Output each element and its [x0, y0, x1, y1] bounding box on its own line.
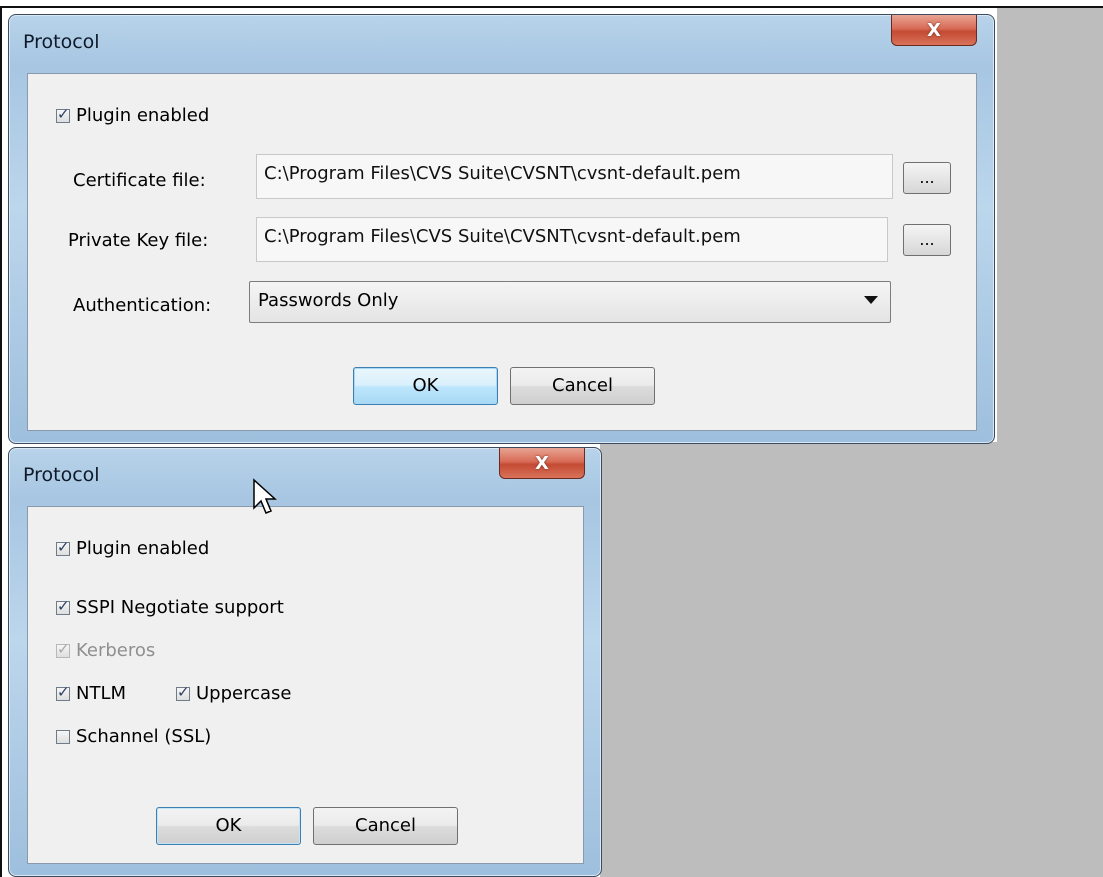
private-key-browse-button[interactable]: ...	[903, 224, 951, 256]
chevron-down-icon	[864, 296, 878, 304]
dialog-client-area: Plugin enabled SSPI Negotiate support Ke…	[27, 506, 584, 864]
authentication-selected: Passwords Only	[258, 290, 399, 311]
uppercase-checkbox[interactable]: Uppercase	[176, 683, 291, 704]
close-button[interactable]: X	[499, 448, 585, 479]
checkbox-box	[56, 683, 70, 701]
checkbox-box	[56, 729, 70, 744]
plugin-enabled-checkbox[interactable]: Plugin enabled	[56, 105, 209, 126]
window-title: Protocol	[23, 464, 100, 486]
protocol-dialog-sspi: Protocol X Plugin enabled SSPI Negotiate…	[8, 447, 602, 877]
checkbox-label: Uppercase	[196, 683, 292, 704]
checkbox-label: Schannel (SSL)	[76, 726, 212, 747]
checkbox-label: SSPI Negotiate support	[76, 597, 284, 618]
checkbox-label: Plugin enabled	[76, 538, 210, 559]
private-key-file-label: Private Key file:	[68, 230, 209, 251]
close-icon: X	[927, 19, 941, 41]
screen-border-top	[0, 6, 1103, 8]
authentication-dropdown[interactable]: Passwords Only	[249, 281, 891, 323]
private-key-file-input[interactable]: C:\Program Files\CVS Suite\CVSNT\cvsnt-d…	[256, 217, 888, 262]
authentication-label: Authentication:	[73, 295, 212, 316]
certificate-file-label: Certificate file:	[73, 170, 206, 191]
cancel-button[interactable]: Cancel	[510, 367, 655, 405]
kerberos-checkbox: Kerberos	[56, 640, 155, 661]
certificate-file-input[interactable]: C:\Program Files\CVS Suite\CVSNT\cvsnt-d…	[256, 154, 893, 199]
desktop-background-lower	[600, 442, 1103, 877]
checkbox-label: Kerberos	[76, 640, 156, 661]
close-icon: X	[535, 452, 549, 474]
ntlm-checkbox[interactable]: NTLM	[56, 683, 126, 704]
checkbox-box	[56, 105, 70, 123]
checkbox-box	[56, 640, 70, 658]
checkbox-box	[56, 597, 70, 615]
checkbox-box	[56, 538, 70, 556]
close-button[interactable]: X	[891, 15, 977, 46]
plugin-enabled-checkbox[interactable]: Plugin enabled	[56, 538, 209, 559]
screen-border-left	[0, 6, 2, 877]
ok-button[interactable]: OK	[353, 367, 498, 405]
mouse-cursor-icon	[253, 478, 277, 514]
checkbox-label: NTLM	[76, 683, 127, 704]
ok-button[interactable]: OK	[156, 807, 301, 845]
certificate-browse-button[interactable]: ...	[903, 162, 951, 194]
protocol-dialog-ssl: Protocol X Plugin enabled Certificate fi…	[8, 14, 995, 444]
window-title: Protocol	[23, 31, 100, 53]
cancel-button[interactable]: Cancel	[313, 807, 458, 845]
checkbox-box	[176, 683, 190, 701]
dialog-client-area: Plugin enabled Certificate file: C:\Prog…	[27, 73, 977, 431]
checkbox-label: Plugin enabled	[76, 105, 210, 126]
sspi-negotiate-checkbox[interactable]: SSPI Negotiate support	[56, 597, 284, 618]
schannel-checkbox[interactable]: Schannel (SSL)	[56, 726, 211, 747]
